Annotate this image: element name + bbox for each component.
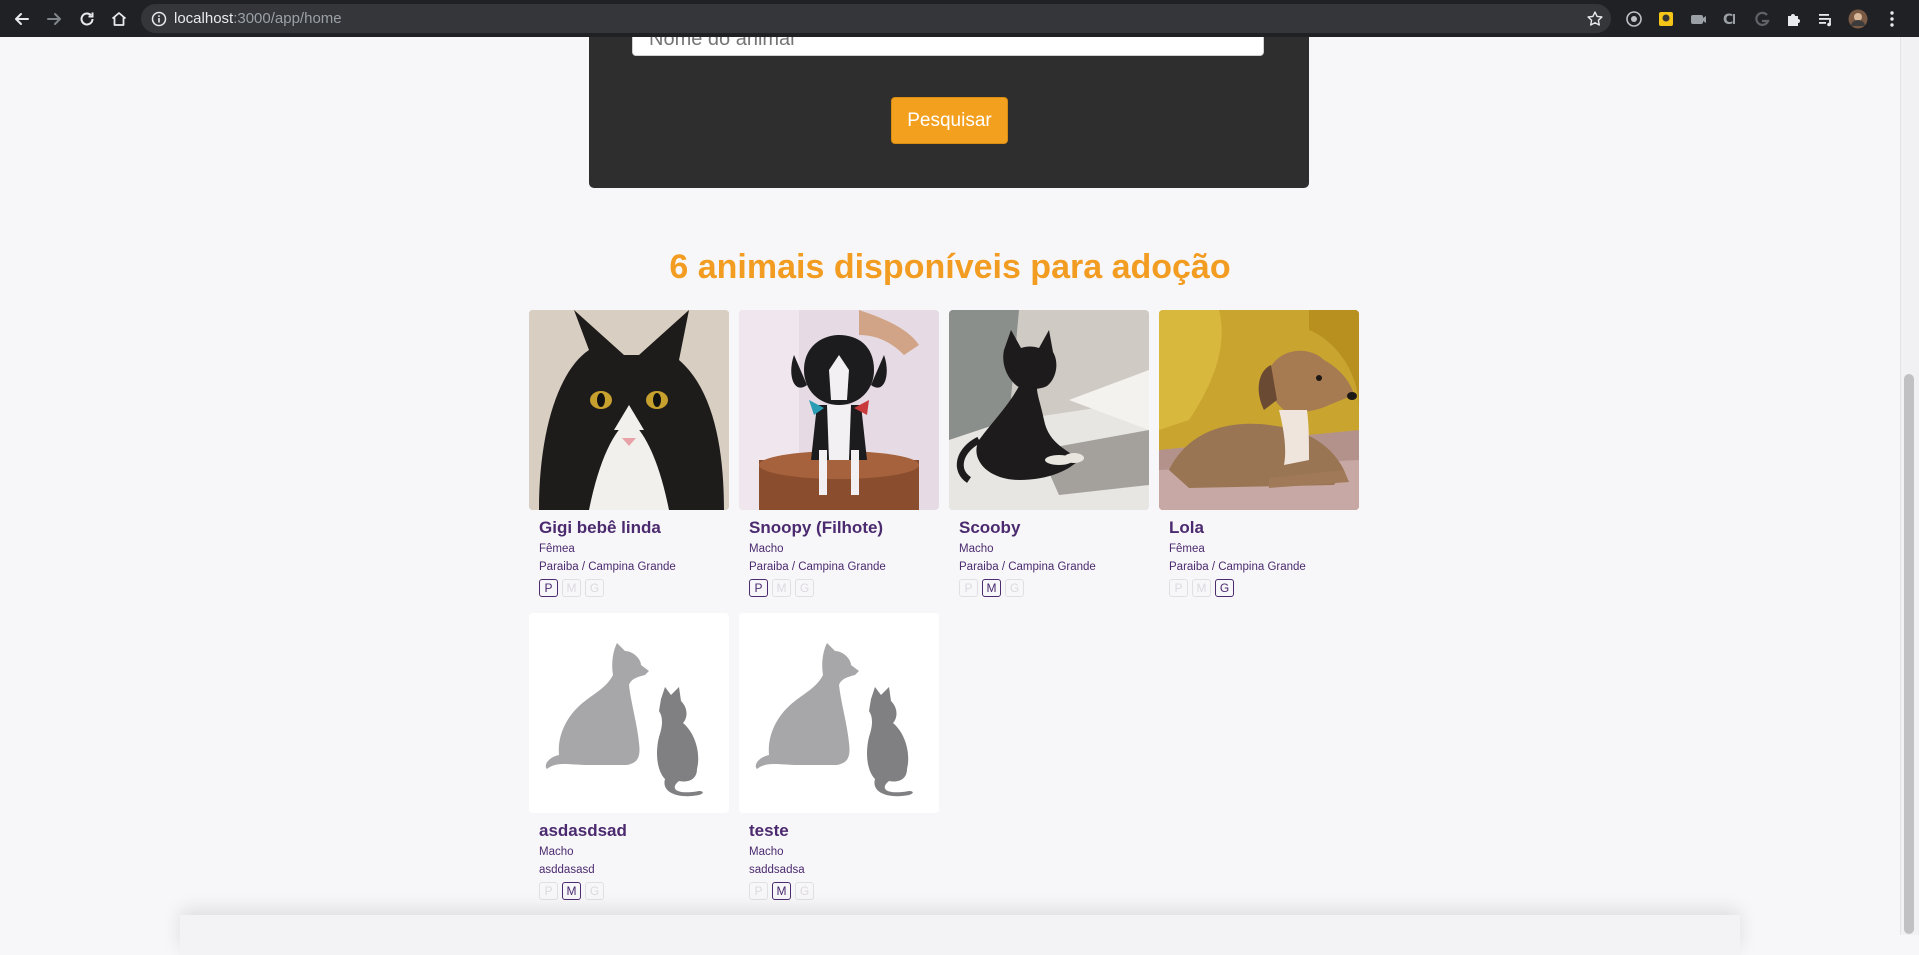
size-badge-m: M xyxy=(562,579,581,597)
pet-location: Paraiba / Campina Grande xyxy=(539,561,676,573)
size-badge-p: P xyxy=(959,579,978,597)
pet-photo-placeholder-dog-cat[interactable] xyxy=(739,613,939,813)
pet-card[interactable]: teste Macho saddsadsa P M G xyxy=(739,613,939,900)
extension-g-icon[interactable] xyxy=(1752,9,1772,29)
back-arrow-icon[interactable] xyxy=(10,7,34,31)
url-path: :3000/app/home xyxy=(233,10,342,27)
size-badges: P M G xyxy=(1169,579,1234,597)
dog-cat-silhouette-icon xyxy=(739,613,939,813)
size-badges: P M G xyxy=(539,579,604,597)
more-menu-icon[interactable] xyxy=(1882,9,1902,29)
pet-sex: Macho xyxy=(749,846,784,858)
pet-sex: Fêmea xyxy=(539,543,575,555)
size-badge-m: M xyxy=(772,579,791,597)
available-animals-heading: 6 animais disponíveis para adoção xyxy=(669,248,1231,286)
size-badges: P M G xyxy=(959,579,1024,597)
pet-location: asddasasd xyxy=(539,864,595,876)
browser-toolbar: localhost:3000/app/home C xyxy=(0,0,1919,37)
size-badge-g: G xyxy=(1215,579,1234,597)
size-badges: P M G xyxy=(539,882,604,900)
pet-card[interactable]: Lola Fêmea Paraiba / Campina Grande P M … xyxy=(1159,310,1359,597)
size-badge-m: M xyxy=(1192,579,1211,597)
pet-sex: Macho xyxy=(539,846,574,858)
size-badge-p: P xyxy=(539,882,558,900)
size-badge-g: G xyxy=(1005,579,1024,597)
extension-camera-icon[interactable] xyxy=(1688,9,1708,29)
pet-sex: Fêmea xyxy=(1169,543,1205,555)
size-badges: P M G xyxy=(749,882,814,900)
pet-sex: Macho xyxy=(749,543,784,555)
pet-photo-placeholder-dog-cat[interactable] xyxy=(529,613,729,813)
pet-location: Paraiba / Campina Grande xyxy=(959,561,1096,573)
info-icon[interactable] xyxy=(149,9,169,29)
pet-location: Paraiba / Campina Grande xyxy=(1169,561,1306,573)
search-button[interactable]: Pesquisar xyxy=(891,97,1008,144)
media-queue-icon[interactable] xyxy=(1816,9,1836,29)
pet-location: saddsadsa xyxy=(749,864,805,876)
dog-cat-silhouette-icon xyxy=(529,613,729,813)
url-host: localhost xyxy=(174,10,234,27)
profile-avatar-icon[interactable] xyxy=(1848,9,1868,29)
pet-photo-brown-dog[interactable] xyxy=(1159,310,1359,510)
animal-name-input[interactable] xyxy=(632,37,1264,56)
pet-photo-black-white-kitten[interactable] xyxy=(529,310,729,510)
extension-target-icon[interactable] xyxy=(1624,9,1644,29)
pet-name[interactable]: Lola xyxy=(1169,518,1204,538)
size-badge-g: G xyxy=(585,579,604,597)
forward-arrow-icon[interactable] xyxy=(42,7,66,31)
url-text[interactable]: localhost:3000/app/home xyxy=(174,10,342,27)
pet-card[interactable]: Snoopy (Filhote) Macho Paraiba / Campina… xyxy=(739,310,939,597)
footer-edge xyxy=(180,915,1740,955)
size-badge-m: M xyxy=(772,882,791,900)
pet-card[interactable]: Scooby Macho Paraiba / Campina Grande P … xyxy=(949,310,1149,597)
home-icon[interactable] xyxy=(107,7,131,31)
reload-icon[interactable] xyxy=(75,7,99,31)
pet-name[interactable]: Snoopy (Filhote) xyxy=(749,518,883,538)
size-badge-m: M xyxy=(982,579,1001,597)
pet-name[interactable]: asdasdsad xyxy=(539,821,627,841)
size-badge-m: M xyxy=(562,882,581,900)
size-badge-p: P xyxy=(749,579,768,597)
pet-card[interactable]: Gigi bebê linda Fêmea Paraiba / Campina … xyxy=(529,310,729,597)
size-badge-p: P xyxy=(1169,579,1188,597)
pet-card[interactable]: asdasdsad Macho asddasasd P M G xyxy=(529,613,729,900)
address-bar[interactable] xyxy=(141,4,1611,33)
extension-badge-icon[interactable] xyxy=(1656,9,1676,29)
pet-location: Paraiba / Campina Grande xyxy=(749,561,886,573)
extension-c-icon[interactable]: C xyxy=(1720,9,1740,29)
size-badge-p: P xyxy=(749,882,768,900)
scrollbar-thumb[interactable] xyxy=(1904,374,1914,934)
bookmark-star-icon[interactable] xyxy=(1585,9,1605,29)
pet-sex: Macho xyxy=(959,543,994,555)
pet-photo-black-white-puppy[interactable] xyxy=(739,310,939,510)
pet-photo-black-kitten[interactable] xyxy=(949,310,1149,510)
pet-name[interactable]: Scooby xyxy=(959,518,1020,538)
size-badge-g: G xyxy=(585,882,604,900)
pet-name[interactable]: Gigi bebê linda xyxy=(539,518,661,538)
page-content: Pesquisar 6 animais disponíveis para ado… xyxy=(0,37,1900,935)
svg-text:C: C xyxy=(1723,12,1733,28)
size-badge-g: G xyxy=(795,579,814,597)
extensions-puzzle-icon[interactable] xyxy=(1784,9,1804,29)
size-badge-g: G xyxy=(795,882,814,900)
search-panel: Pesquisar xyxy=(589,37,1309,188)
size-badge-p: P xyxy=(539,579,558,597)
pet-name[interactable]: teste xyxy=(749,821,789,841)
size-badges: P M G xyxy=(749,579,814,597)
